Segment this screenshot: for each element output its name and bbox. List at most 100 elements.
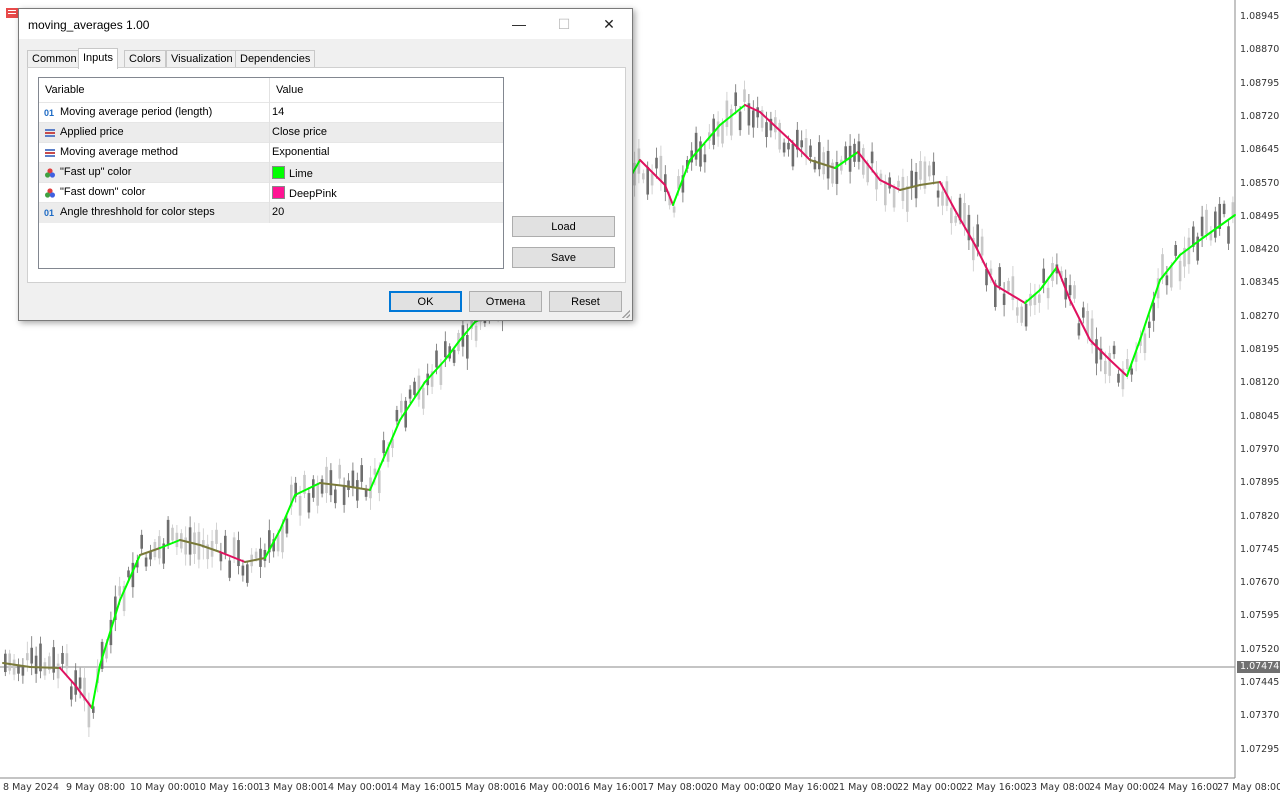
candle-body — [144, 557, 148, 567]
candle-body — [298, 495, 302, 516]
candle-body — [281, 525, 284, 553]
input-row[interactable]: 01 Angle threshhold for color steps 20 — [39, 202, 503, 223]
candle-body — [672, 206, 676, 213]
candle-body — [26, 653, 29, 661]
candle-body — [17, 665, 20, 674]
load-button[interactable]: Load — [512, 216, 615, 237]
candle-body — [188, 527, 192, 555]
time-tick-label: 21 May 08:00 — [833, 782, 899, 793]
candle-body — [351, 470, 355, 489]
candle-body — [413, 381, 416, 395]
candle-body — [312, 479, 315, 498]
candle-body — [980, 236, 984, 256]
candle-body — [765, 122, 768, 138]
candle-body — [743, 89, 746, 102]
time-tick-label: 23 May 08:00 — [1025, 782, 1091, 793]
tab-dependencies[interactable]: Dependencies — [235, 50, 316, 68]
color-name: DeepPink — [289, 188, 337, 200]
color-value[interactable]: DeepPink — [272, 186, 337, 200]
value-cell[interactable]: Exponential — [272, 146, 330, 158]
input-row[interactable]: "Fast down" color DeepPink — [39, 182, 503, 203]
candle-body — [400, 400, 403, 413]
candle-body — [285, 518, 289, 534]
candle-body — [1104, 360, 1107, 375]
inputs-grid[interactable]: Variable Value 01 Moving average period (… — [38, 77, 504, 269]
candle-body — [1130, 368, 1133, 375]
time-tick-label: 22 May 00:00 — [897, 782, 963, 793]
price-tick-label: 1.07820 — [1240, 510, 1280, 522]
close-button[interactable]: ✕ — [586, 9, 632, 39]
time-tick-label: 14 May 00:00 — [322, 782, 388, 793]
color-value[interactable]: Lime — [272, 166, 313, 180]
price-tick-label: 1.07670 — [1240, 577, 1280, 589]
header-variable[interactable]: Variable — [45, 84, 85, 96]
candle-body — [215, 529, 218, 544]
time-tick-label: 10 May 16:00 — [194, 782, 260, 793]
input-row[interactable]: Applied price Close price — [39, 122, 503, 143]
tab-colors[interactable]: Colors — [124, 50, 166, 68]
candle-body — [936, 190, 940, 198]
dialog-titlebar[interactable]: moving_averages 1.00 — ☐ ✕ — [19, 9, 632, 39]
price-tick-label: 1.07520 — [1240, 643, 1280, 655]
candle-body — [928, 165, 931, 177]
terminal-app-icon — [6, 8, 18, 18]
candle-body — [1082, 307, 1085, 318]
candle-body — [752, 110, 755, 128]
candle-body — [1077, 323, 1081, 336]
candle-body — [800, 140, 803, 148]
column-separator[interactable] — [269, 78, 270, 223]
candle-body — [1002, 293, 1006, 305]
price-tick-label: 1.08720 — [1240, 110, 1280, 122]
candle-body — [919, 161, 922, 180]
variable-name: "Fast down" color — [60, 186, 146, 198]
price-tick-label: 1.07370 — [1240, 710, 1280, 722]
ma-flat-segment — [29, 666, 61, 669]
save-button[interactable]: Save — [512, 247, 615, 268]
tab-inputs[interactable]: Inputs — [78, 48, 118, 69]
candle-body — [1095, 339, 1098, 364]
candle-body — [870, 151, 874, 164]
candle-body — [452, 349, 456, 363]
tab-visualization[interactable]: Visualization — [166, 50, 238, 68]
minimize-button[interactable]: — — [496, 9, 542, 39]
price-tick-label: 1.08870 — [1240, 44, 1280, 56]
candle-body — [356, 480, 359, 501]
input-row[interactable]: 01 Moving average period (length) 14 — [39, 102, 503, 123]
candle-body — [725, 100, 729, 128]
maximize-button[interactable]: ☐ — [541, 9, 587, 39]
candle-body — [254, 551, 258, 559]
value-cell[interactable]: 14 — [272, 106, 284, 118]
time-tick-label: 8 May 2024 — [3, 782, 59, 793]
candle-body — [224, 535, 227, 554]
input-row[interactable]: Moving average method Exponential — [39, 142, 503, 163]
value-cell[interactable]: Close price — [272, 126, 327, 138]
candle-body — [734, 92, 737, 107]
header-value[interactable]: Value — [276, 84, 303, 96]
candle-body — [994, 283, 997, 307]
candle-body — [1016, 307, 1019, 316]
candle-body — [395, 409, 399, 422]
candle-body — [950, 207, 953, 224]
reset-button[interactable]: Reset — [549, 291, 622, 312]
candle-body — [1205, 209, 1208, 235]
candle-body — [34, 655, 38, 674]
ok-button[interactable]: OK — [389, 291, 462, 312]
candle-body — [1068, 285, 1072, 296]
candle-body — [1117, 373, 1120, 383]
input-row[interactable]: "Fast up" color Lime — [39, 162, 503, 183]
candle-body — [320, 479, 324, 494]
time-tick-label: 16 May 16:00 — [578, 782, 644, 793]
value-cell[interactable]: 20 — [272, 206, 284, 218]
candle-body — [140, 534, 143, 549]
resize-grip-icon[interactable] — [622, 310, 630, 318]
price-tick-label: 1.07745 — [1240, 543, 1280, 555]
cancel-button[interactable]: Отмена — [469, 291, 542, 312]
candle-body — [435, 350, 438, 368]
color-swatch — [272, 166, 285, 179]
price-tick-label: 1.07445 — [1240, 677, 1280, 688]
variable-name: Moving average period (length) — [60, 106, 213, 118]
dialog-title: moving_averages 1.00 — [28, 18, 150, 32]
enum-icon — [44, 147, 56, 159]
tab-common[interactable]: Common — [27, 50, 82, 68]
price-tick-label: 1.08120 — [1240, 377, 1280, 389]
